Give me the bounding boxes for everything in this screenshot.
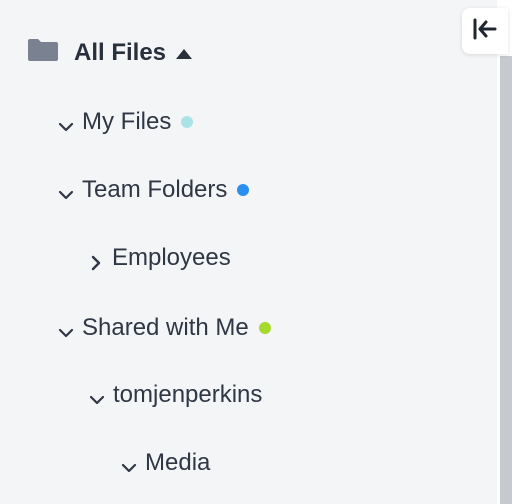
collapse-left-icon xyxy=(472,18,498,45)
tree-root-label: All Files xyxy=(74,39,167,66)
tree-item-label: My Files xyxy=(82,108,172,135)
tree-item-label: Shared with Me xyxy=(82,314,249,341)
tree-item-tomjenperkins[interactable]: tomjenperkins xyxy=(89,380,262,410)
tree-item-label: Employees xyxy=(112,244,231,271)
tree-item-shared-with-me[interactable]: Shared with Me xyxy=(58,313,271,343)
caret-up-icon[interactable] xyxy=(175,39,193,67)
chevron-down-icon[interactable] xyxy=(58,182,74,200)
tree-item-employees[interactable]: Employees xyxy=(88,243,231,273)
chevron-down-icon[interactable] xyxy=(121,455,137,473)
tree-item-media[interactable]: Media xyxy=(121,448,210,478)
scrollbar-thumb[interactable] xyxy=(500,56,512,504)
status-dot xyxy=(258,322,271,334)
status-dot xyxy=(181,116,194,128)
status-dot xyxy=(237,184,250,196)
tree-item-label: Team Folders xyxy=(82,176,228,203)
tree-item-label: tomjenperkins xyxy=(113,381,263,408)
tree-item-my-files[interactable]: My Files xyxy=(58,107,194,137)
chevron-right-icon[interactable] xyxy=(88,250,104,271)
chevron-down-icon[interactable] xyxy=(58,320,74,338)
tree-root-all-files[interactable]: All Files xyxy=(26,38,193,68)
collapse-sidebar-button[interactable] xyxy=(462,8,508,54)
tree-item-team-folders[interactable]: Team Folders xyxy=(58,175,250,205)
chevron-down-icon[interactable] xyxy=(89,387,105,405)
file-tree-sidebar: All Files My Files Team Folders Employee… xyxy=(0,0,497,504)
folder-icon xyxy=(26,38,60,69)
tree-item-label: Media xyxy=(145,449,211,476)
chevron-down-icon[interactable] xyxy=(58,114,74,132)
